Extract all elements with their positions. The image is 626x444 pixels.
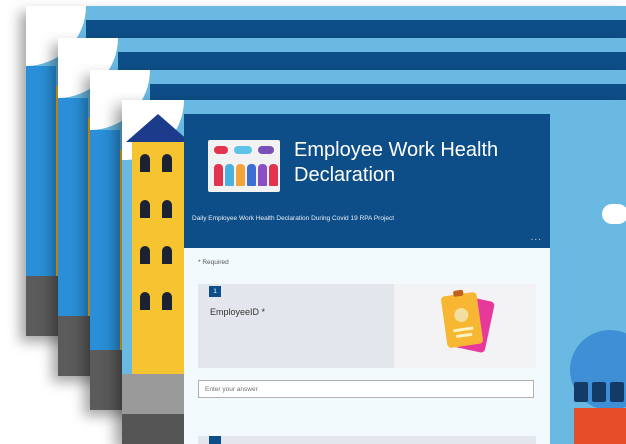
yellow-building-illustration xyxy=(126,114,190,400)
window xyxy=(162,292,172,310)
logo-person xyxy=(236,164,245,186)
cloud xyxy=(602,204,626,224)
question-card-next xyxy=(198,436,536,444)
badge-line xyxy=(456,332,473,338)
health-team-logo-icon xyxy=(208,140,280,192)
form-header: Employee Work Health Declaration Daily E… xyxy=(184,114,550,248)
badge-line xyxy=(453,326,474,333)
required-note: * Required xyxy=(198,259,229,266)
window xyxy=(162,246,172,264)
form-body: * Required 1 EmployeeID * xyxy=(184,248,550,444)
street xyxy=(122,414,184,444)
block xyxy=(574,382,588,402)
logo-speech-bubble xyxy=(234,146,252,154)
city-background-right xyxy=(550,100,626,444)
logo-heart xyxy=(214,146,228,154)
question-card: 1 EmployeeID * xyxy=(198,284,536,368)
question-number: 1 xyxy=(209,286,221,297)
bus xyxy=(574,408,626,444)
window xyxy=(162,200,172,218)
question-label: EmployeeID * xyxy=(210,307,266,317)
badge-clip xyxy=(452,289,464,297)
window xyxy=(140,154,150,172)
logo-person xyxy=(225,164,234,186)
form-subtitle: Daily Employee Work Health Declaration D… xyxy=(192,215,395,222)
logo-person xyxy=(269,164,278,186)
employee-id-input[interactable] xyxy=(198,380,534,398)
form-title: Employee Work Health Declaration xyxy=(294,139,499,186)
sidewalk xyxy=(122,374,184,414)
block xyxy=(592,382,606,402)
question-number xyxy=(209,436,221,444)
window xyxy=(140,200,150,218)
window xyxy=(140,292,150,310)
window xyxy=(140,246,150,264)
building-blocks xyxy=(574,382,626,402)
form-window: Employee Work Health Declaration Daily E… xyxy=(122,100,626,444)
window xyxy=(162,154,172,172)
question-illustration xyxy=(394,284,536,368)
badge-photo xyxy=(453,307,470,323)
logo-person xyxy=(247,164,256,186)
logo-person xyxy=(258,164,267,186)
logo-person xyxy=(214,164,223,186)
more-options-icon[interactable]: ... xyxy=(531,232,542,243)
block xyxy=(610,382,624,402)
roof xyxy=(126,114,190,142)
logo-dumbbell xyxy=(258,146,274,154)
id-card-icon xyxy=(440,289,484,349)
